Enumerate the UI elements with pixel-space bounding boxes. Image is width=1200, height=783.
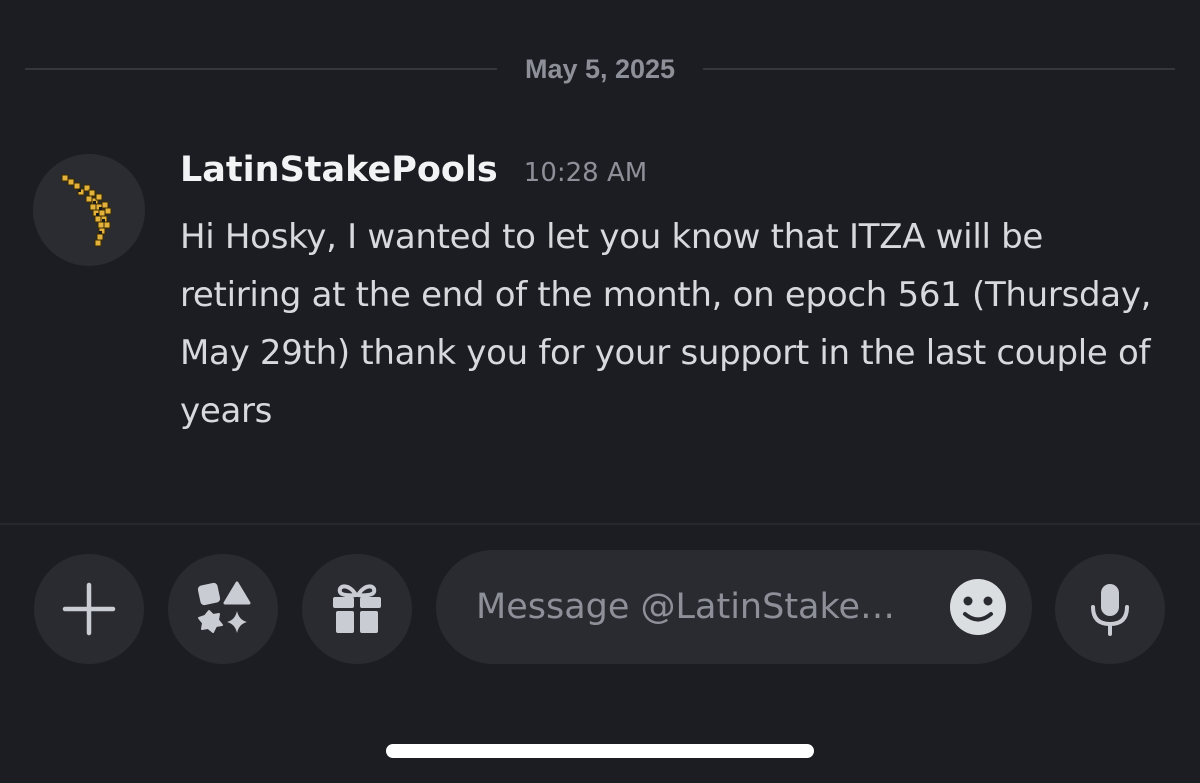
username[interactable]: LatinStakePools <box>180 150 498 190</box>
apps-icon <box>197 581 251 633</box>
message-body: LatinStakePools 10:28 AM Hi Hosky, I wan… <box>180 150 1160 440</box>
microphone-icon <box>1091 584 1129 636</box>
message-text: Hi Hosky, I wanted to let you know that … <box>180 217 1152 431</box>
add-attachment-button[interactable] <box>34 554 144 664</box>
date-label: May 5, 2025 <box>524 53 676 84</box>
composer-divider <box>0 523 1200 525</box>
plus-icon <box>62 582 116 636</box>
dm-screen: May 5, 2025 LatinStakePools 10:28 AM Hi … <box>0 0 1200 783</box>
message-placeholder: Message @LatinStake… <box>476 587 896 627</box>
message-header: LatinStakePools 10:28 AM <box>180 150 1160 198</box>
voice-message-button[interactable] <box>1055 554 1165 664</box>
home-indicator[interactable] <box>386 744 814 758</box>
divider-line-left <box>25 68 497 70</box>
emoji-icon <box>950 579 1006 635</box>
gift-icon <box>333 584 381 633</box>
message-input[interactable]: Message @LatinStake… <box>436 550 1032 664</box>
emoji-button[interactable] <box>948 577 1008 637</box>
apps-button[interactable] <box>168 554 278 664</box>
latin-america-map-icon <box>61 174 112 247</box>
avatar[interactable] <box>33 154 145 266</box>
timestamp: 10:28 AM <box>523 158 648 188</box>
date-divider: May 5, 2025 <box>25 48 1176 90</box>
gift-button[interactable] <box>302 554 412 664</box>
divider-line-right <box>703 68 1176 70</box>
